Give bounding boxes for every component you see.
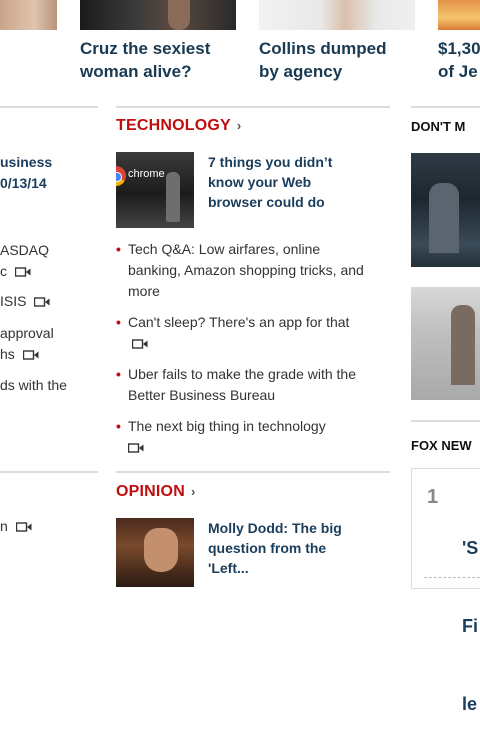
image-caption-text: chrome: [128, 168, 165, 180]
feature-line[interactable]: browser could do: [208, 192, 332, 212]
left-story-link[interactable]: hs: [0, 344, 39, 365]
left-story-link[interactable]: c: [0, 261, 31, 282]
trending-line[interactable]: Fi: [462, 613, 478, 639]
section-divider: [116, 471, 390, 473]
technology-feature-headline[interactable]: 7 things you didn’t know your Web browse…: [208, 152, 332, 212]
technology-story-list: Tech Q&A: Low airfares, online banking, …: [116, 239, 366, 468]
list-item[interactable]: Can't sleep? There's an app for that: [116, 312, 366, 354]
left-story-text[interactable]: ISIS: [0, 293, 26, 309]
section-title-text[interactable]: TECHNOLOGY: [116, 117, 231, 134]
feature-line[interactable]: Molly Dodd: The big: [208, 518, 342, 538]
story-link[interactable]: The next big thing in technology: [128, 418, 326, 434]
left-story-link[interactable]: 0/13/14: [0, 173, 47, 194]
technology-section-header[interactable]: TECHNOLOGY ›: [116, 117, 241, 135]
story-thumbnail[interactable]: [0, 0, 57, 30]
portrait-figure: [144, 528, 178, 572]
feature-line[interactable]: question from the: [208, 538, 342, 558]
opinion-feature-image[interactable]: [116, 518, 194, 587]
video-camera-icon: [22, 350, 39, 360]
trending-line[interactable]: 'S: [462, 535, 478, 561]
trending-story-link[interactable]: 'S Fi le: [462, 483, 478, 743]
opinion-feature-headline[interactable]: Molly Dodd: The big question from the 'L…: [208, 518, 342, 578]
left-story-link[interactable]: n: [0, 516, 32, 537]
top-story-headline[interactable]: $1,30 of Je: [438, 37, 480, 83]
list-item[interactable]: Uber fails to make the grade with the Be…: [116, 364, 366, 406]
left-story-link[interactable]: approval: [0, 323, 54, 344]
section-divider: [411, 420, 480, 422]
story-thumbnail[interactable]: [80, 0, 236, 30]
video-camera-icon: [132, 339, 148, 349]
story-thumbnail[interactable]: [438, 0, 480, 30]
left-story-link[interactable]: ASDAQ: [0, 240, 49, 261]
video-camera-icon: [14, 267, 31, 277]
dont-miss-title[interactable]: DON'T M: [411, 119, 465, 134]
dont-miss-image[interactable]: [411, 287, 480, 400]
video-camera-icon: [128, 443, 144, 453]
list-item[interactable]: Tech Q&A: Low airfares, online banking, …: [116, 239, 366, 302]
trending-rank-number: 1: [427, 486, 439, 508]
presenter-figure: [166, 172, 180, 222]
dont-miss-image[interactable]: [411, 153, 480, 267]
left-story-text[interactable]: hs: [0, 346, 15, 362]
feature-line[interactable]: know your Web: [208, 172, 332, 192]
headline-line[interactable]: of Je: [438, 60, 480, 83]
section-divider: [0, 106, 98, 108]
opinion-section-header[interactable]: OPINION ›: [116, 483, 196, 501]
technology-feature-image[interactable]: chrome: [116, 152, 194, 228]
left-story-text[interactable]: c: [0, 263, 7, 279]
list-item[interactable]: The next big thing in technology: [116, 416, 366, 458]
section-divider: [0, 471, 98, 473]
headline-line[interactable]: Cruz the sexiest: [80, 37, 210, 60]
left-story-link[interactable]: usiness: [0, 152, 52, 173]
video-camera-icon: [34, 297, 50, 307]
video-camera-icon: [15, 522, 32, 532]
story-thumbnail[interactable]: [259, 0, 415, 30]
chevron-right-icon[interactable]: ›: [237, 118, 242, 133]
story-link[interactable]: Can't sleep? There's an app for that: [128, 314, 349, 330]
top-story-headline[interactable]: Collins dumped by agency: [259, 37, 387, 83]
person-figure: [451, 305, 475, 385]
person-figure: [429, 183, 459, 253]
left-story-link[interactable]: ds with the: [0, 375, 67, 396]
section-title-text[interactable]: OPINION: [116, 483, 185, 500]
headline-line[interactable]: Collins dumped: [259, 37, 387, 60]
feature-line[interactable]: 7 things you didn’t: [208, 152, 332, 172]
trending-line[interactable]: le: [462, 691, 478, 717]
fox-news-title[interactable]: FOX NEW: [411, 438, 472, 453]
chrome-logo-icon: [116, 166, 126, 186]
headline-line[interactable]: woman alive?: [80, 60, 210, 83]
chevron-right-icon[interactable]: ›: [191, 484, 196, 499]
left-story-link[interactable]: ISIS: [0, 291, 50, 312]
dotted-divider: [424, 577, 480, 578]
headline-line[interactable]: by agency: [259, 60, 387, 83]
top-story-headline[interactable]: Cruz the sexiest woman alive?: [80, 37, 210, 83]
story-link[interactable]: Tech Q&A: Low airfares, online banking, …: [128, 241, 364, 299]
section-divider: [116, 106, 390, 108]
section-divider: [411, 106, 480, 108]
left-story-text[interactable]: n: [0, 518, 8, 534]
headline-line[interactable]: $1,30: [438, 37, 480, 60]
story-link[interactable]: Uber fails to make the grade with the Be…: [128, 366, 356, 403]
feature-line[interactable]: 'Left...: [208, 558, 342, 578]
